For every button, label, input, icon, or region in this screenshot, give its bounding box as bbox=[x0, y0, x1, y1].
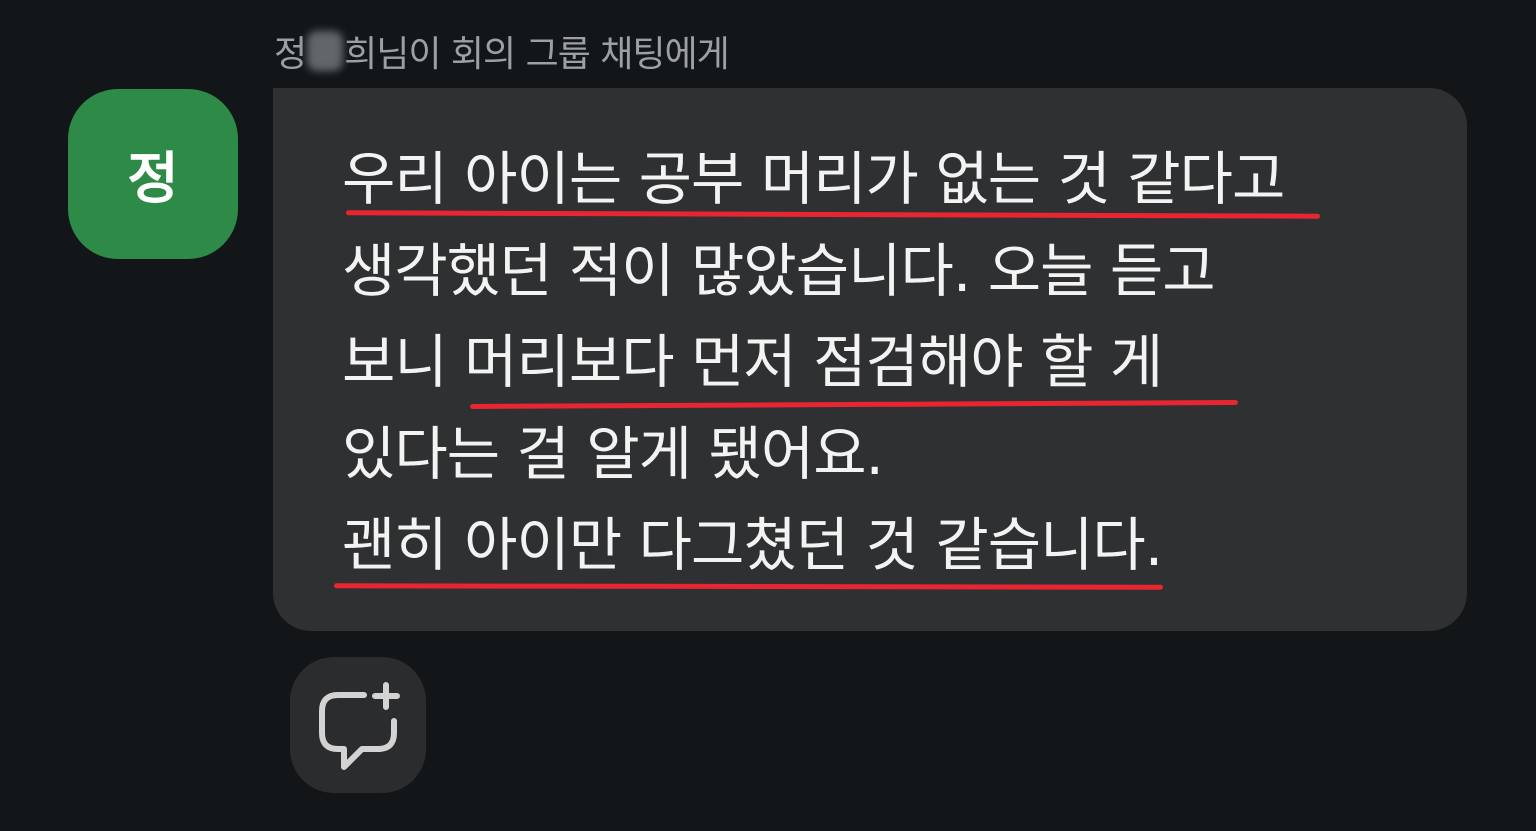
avatar-initial: 정 bbox=[127, 146, 179, 212]
sender-name-suffix: 희님이 회의 그룹 채팅에게 bbox=[344, 34, 730, 75]
blurred-name bbox=[307, 31, 344, 71]
message-line-1: 우리 아이는 공부 머리가 없는 것 같다고 bbox=[342, 145, 1285, 213]
avatar[interactable]: 정 bbox=[68, 89, 238, 259]
sender-label: 정 희님이 회의 그룹 채팅에게 bbox=[274, 26, 730, 76]
chat-bubble-plus-icon bbox=[319, 682, 400, 770]
chat-view: 정 희님이 회의 그룹 채팅에게 정 우리 아이는 공부 머리가 없는 것 같다… bbox=[0, 0, 1536, 831]
sender-name-prefix: 정 bbox=[274, 34, 307, 75]
message-line-3: 보니 머리보다 먼저 점검해야 할 게 bbox=[342, 328, 1163, 396]
message-line-2: 생각했던 적이 많았습니다. 오늘 듣고 bbox=[342, 237, 1216, 305]
add-reaction-button[interactable] bbox=[290, 657, 426, 793]
message-line-4: 있다는 걸 알게 됐어요. bbox=[342, 420, 884, 488]
message-line-5: 괜히 아이만 다그쳤던 것 같습니다. bbox=[342, 511, 1163, 579]
